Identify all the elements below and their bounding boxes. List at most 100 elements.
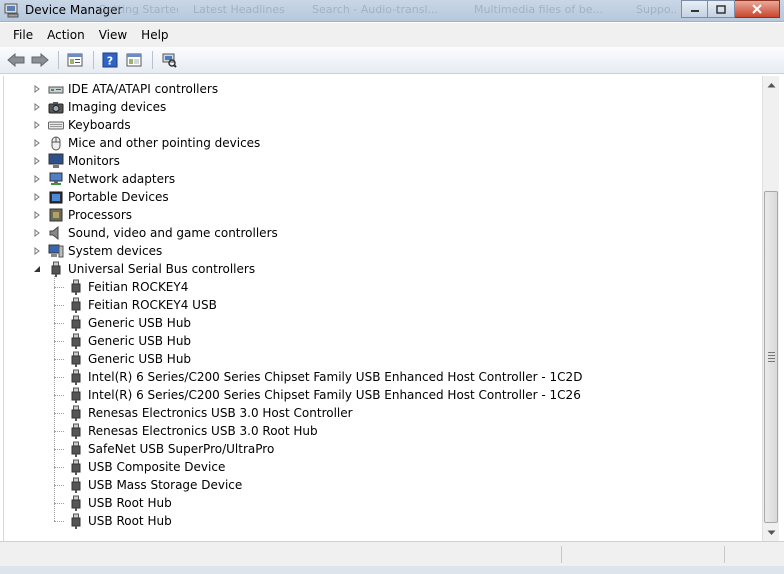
scan-hardware-button[interactable] <box>158 49 180 71</box>
tree-connector <box>54 341 64 342</box>
tree-category[interactable]: Keyboards <box>32 116 131 134</box>
tree-category[interactable]: Imaging devices <box>32 98 166 116</box>
usb-device-item[interactable]: Feitian ROCKEY4 USB <box>68 296 217 314</box>
tree-connector <box>54 521 64 522</box>
tree-connector <box>54 485 64 486</box>
tree-connector <box>54 305 64 306</box>
back-button[interactable] <box>5 49 27 71</box>
properties-list-button[interactable] <box>64 49 86 71</box>
speaker-icon <box>48 225 64 241</box>
collapsed-arrow-icon <box>34 211 40 219</box>
portable-device-icon <box>48 189 64 205</box>
tree-expander[interactable] <box>32 264 42 274</box>
category-label: System devices <box>68 244 163 258</box>
usb-device-item[interactable]: USB Composite Device <box>68 458 225 476</box>
scroll-grip-icon <box>768 352 775 364</box>
tree-expander[interactable] <box>32 246 42 256</box>
tree-category[interactable]: Universal Serial Bus controllers <box>32 260 255 278</box>
help-button[interactable]: ? <box>99 49 121 71</box>
tree-connector <box>54 323 64 324</box>
ide-controller-icon <box>48 81 64 97</box>
svg-text:?: ? <box>107 55 113 68</box>
usb-device-item[interactable]: Generic USB Hub <box>68 314 191 332</box>
tree-expander[interactable] <box>32 102 42 112</box>
details-view-button[interactable] <box>123 49 145 71</box>
device-label: Feitian ROCKEY4 USB <box>88 298 217 312</box>
collapsed-arrow-icon <box>34 103 40 111</box>
tree-expander[interactable] <box>32 156 42 166</box>
tree-connector <box>54 287 64 288</box>
menu-help[interactable]: Help <box>134 25 175 45</box>
scroll-down-button[interactable] <box>763 524 780 541</box>
device-label: USB Mass Storage Device <box>88 478 243 492</box>
camera-icon <box>48 99 64 115</box>
mouse-icon <box>48 135 64 151</box>
network-icon <box>48 171 64 187</box>
usb-device-item[interactable]: SafeNet USB SuperPro/UltraPro <box>68 440 274 458</box>
toolbar-separator <box>93 51 94 69</box>
tree-connector <box>54 377 64 378</box>
category-label: IDE ATA/ATAPI controllers <box>68 82 219 96</box>
usb-device-item[interactable]: Intel(R) 6 Series/C200 Series Chipset Fa… <box>68 386 581 404</box>
close-icon <box>752 4 762 14</box>
tree-connector <box>54 395 64 396</box>
tree-category[interactable]: Sound, video and game controllers <box>32 224 278 242</box>
usb-plug-icon <box>68 315 84 331</box>
tree-category[interactable]: Processors <box>32 206 132 224</box>
usb-device-item[interactable]: Renesas Electronics USB 3.0 Root Hub <box>68 422 318 440</box>
close-button[interactable] <box>735 0 780 18</box>
usb-plug-icon <box>48 261 64 277</box>
menu-file[interactable]: File <box>6 25 40 45</box>
device-tree[interactable]: IDE ATA/ATAPI controllers Imaging device… <box>3 76 762 541</box>
tree-connector <box>54 431 64 432</box>
forward-button[interactable] <box>29 49 51 71</box>
usb-device-item[interactable]: Generic USB Hub <box>68 332 191 350</box>
background-tab: Multimedia files of be... <box>474 3 603 16</box>
device-label: Generic USB Hub <box>88 352 192 366</box>
menu-view[interactable]: View <box>92 25 134 45</box>
usb-plug-icon <box>68 423 84 439</box>
usb-device-item[interactable]: USB Root Hub <box>68 512 172 530</box>
tree-expander[interactable] <box>32 210 42 220</box>
usb-device-item[interactable]: Generic USB Hub <box>68 350 191 368</box>
tree-expander[interactable] <box>32 192 42 202</box>
tree-category[interactable]: Monitors <box>32 152 120 170</box>
tree-expander[interactable] <box>32 228 42 238</box>
device-label: Feitian ROCKEY4 <box>88 280 189 294</box>
window-controls <box>681 0 780 18</box>
tree-connector <box>54 359 64 360</box>
scroll-up-button[interactable] <box>763 76 780 93</box>
usb-device-item[interactable]: USB Root Hub <box>68 494 172 512</box>
maximize-button[interactable] <box>708 0 735 18</box>
details-view-icon <box>126 53 142 67</box>
vertical-scrollbar[interactable] <box>762 76 779 541</box>
back-icon <box>7 53 25 67</box>
device-label: Intel(R) 6 Series/C200 Series Chipset Fa… <box>88 388 581 402</box>
usb-plug-icon <box>68 279 84 295</box>
category-label: Monitors <box>68 154 120 168</box>
menu-action[interactable]: Action <box>40 25 92 45</box>
device-label: Renesas Electronics USB 3.0 Host Control… <box>88 406 353 420</box>
monitor-icon <box>48 153 64 169</box>
usb-device-item[interactable]: Intel(R) 6 Series/C200 Series Chipset Fa… <box>68 368 582 386</box>
usb-device-item[interactable]: USB Mass Storage Device <box>68 476 242 494</box>
tree-expander[interactable] <box>32 138 42 148</box>
tree-category[interactable]: Mice and other pointing devices <box>32 134 260 152</box>
tree-category[interactable]: IDE ATA/ATAPI controllers <box>32 80 218 98</box>
minimize-button[interactable] <box>681 0 708 18</box>
window-bottom-edge <box>0 566 784 574</box>
scrollbar-thumb[interactable] <box>764 191 778 523</box>
tree-expander[interactable] <box>32 84 42 94</box>
usb-device-item[interactable]: Renesas Electronics USB 3.0 Host Control… <box>68 404 353 422</box>
tree-category[interactable]: System devices <box>32 242 162 260</box>
chevron-down-icon <box>767 530 776 535</box>
tree-expander[interactable] <box>32 174 42 184</box>
title-bar[interactable]: Device Manager Getting Started Latest He… <box>0 0 784 22</box>
toolbar: ? <box>0 47 784 74</box>
tree-category[interactable]: Portable Devices <box>32 188 169 206</box>
tree-category[interactable]: Network adapters <box>32 170 175 188</box>
usb-device-item[interactable]: Feitian ROCKEY4 <box>68 278 188 296</box>
background-tab: Suppo... <box>636 3 676 16</box>
scan-hardware-icon <box>162 53 177 68</box>
tree-expander[interactable] <box>32 120 42 130</box>
